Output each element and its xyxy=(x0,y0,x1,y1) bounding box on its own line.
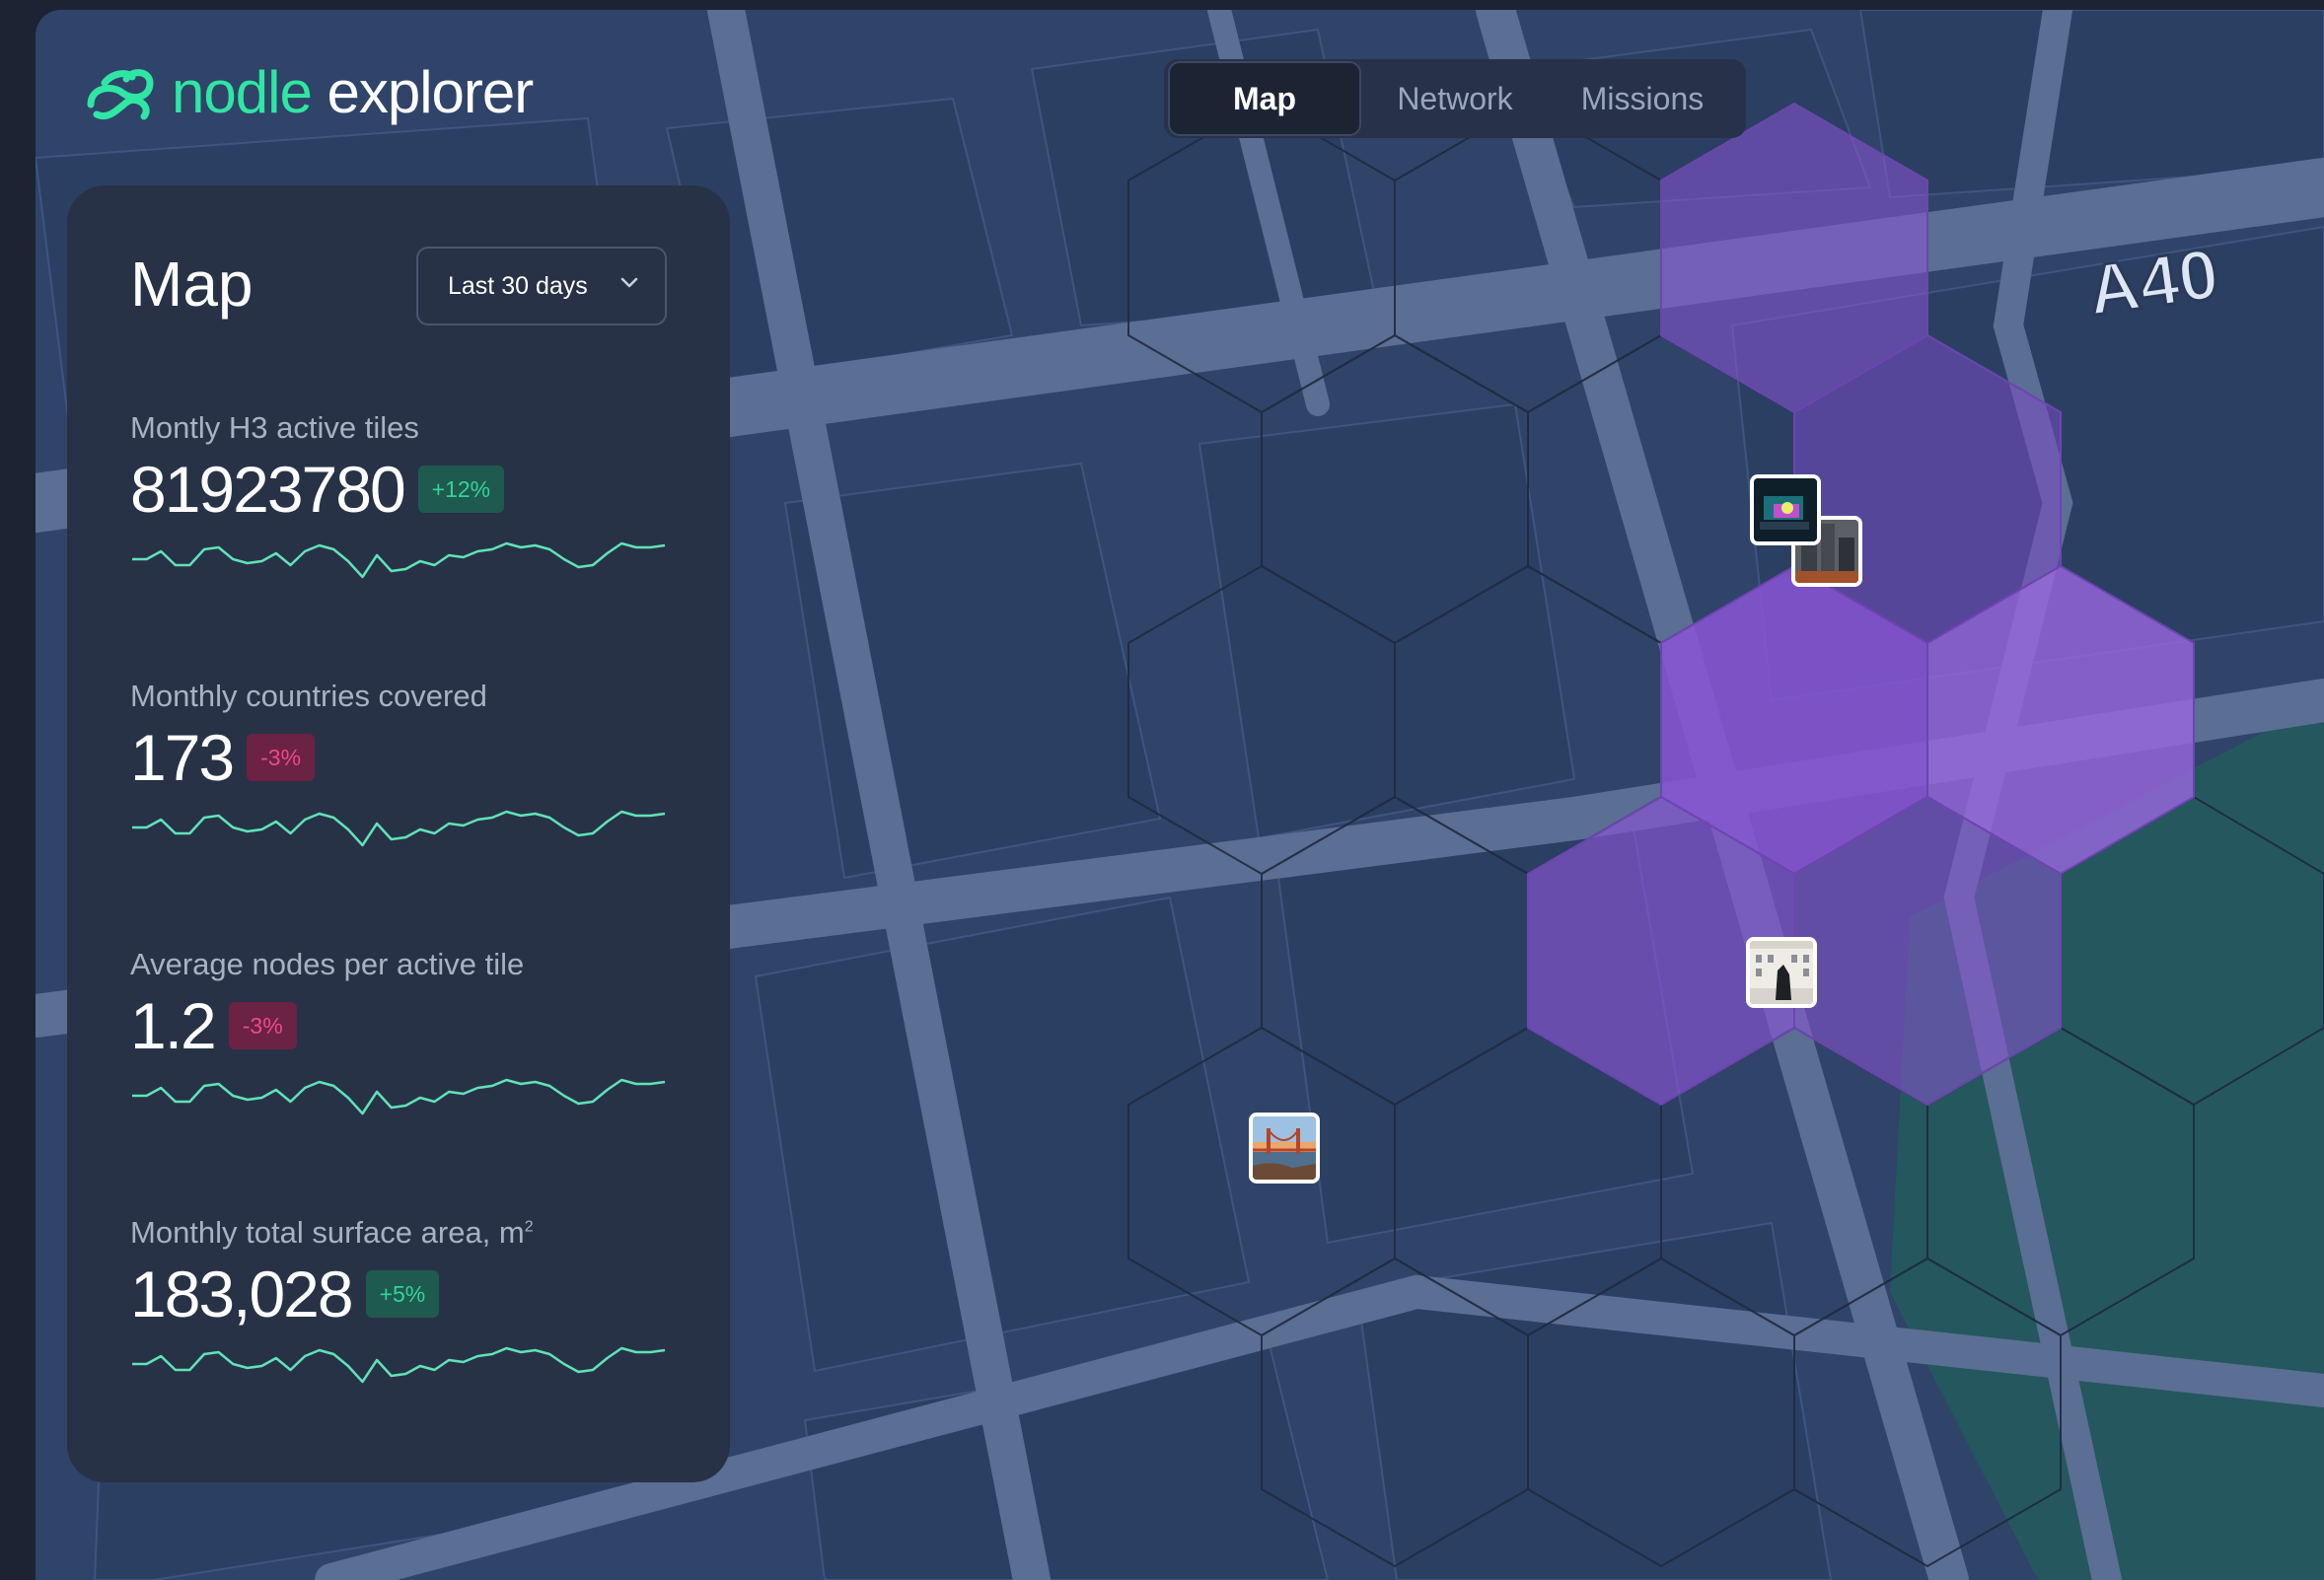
bridge-photo-icon xyxy=(1253,1116,1316,1180)
photo-marker-drone[interactable] xyxy=(1750,474,1821,545)
brand-nodle: nodle xyxy=(172,59,313,125)
change-badge: -3% xyxy=(228,1002,297,1049)
metric-surface-area: Monthly total surface area, m2 183,028 +… xyxy=(130,1217,683,1396)
date-range-label: Last 30 days xyxy=(448,271,588,300)
sparkline-path xyxy=(132,810,666,847)
drone-photo-icon xyxy=(1754,478,1817,541)
stats-panel: Map Last 30 days Montly H3 active tiles … xyxy=(67,185,730,1482)
metric-label-superscript: 2 xyxy=(524,1218,534,1236)
metric-value: 1.2 xyxy=(130,989,217,1062)
nodle-logo-icon xyxy=(87,69,154,120)
date-range-dropdown[interactable]: Last 30 days xyxy=(416,247,667,325)
brand-explorer: explorer xyxy=(327,59,534,125)
metric-label: Average nodes per active tile xyxy=(130,947,525,981)
sparkline-path xyxy=(132,541,666,579)
panel-title: Map xyxy=(130,249,254,320)
sparkline-chart xyxy=(132,810,666,847)
sparkline-chart xyxy=(132,1346,666,1384)
metric-active-tiles: Montly H3 active tiles 81923780 +12% xyxy=(130,412,683,591)
change-badge: -3% xyxy=(247,734,316,781)
metric-label: Montly H3 active tiles xyxy=(130,410,419,445)
sparkline-path xyxy=(132,1346,666,1384)
sparkline-chart xyxy=(132,541,666,579)
building-statue-photo-icon xyxy=(1750,941,1813,1004)
metric-label-text: Monthly total surface area, m xyxy=(130,1215,525,1250)
change-badge: +5% xyxy=(365,1270,440,1318)
main-nav-tabs: Map Network Missions xyxy=(1164,59,1746,138)
brand-name: nodle explorer xyxy=(172,63,534,122)
metric-value: 173 xyxy=(130,721,235,794)
tab-missions[interactable]: Missions xyxy=(1549,61,1736,136)
change-badge: +12% xyxy=(417,466,505,513)
app-logo[interactable]: nodle explorer xyxy=(83,63,534,122)
chevron-down-icon xyxy=(620,277,638,288)
sparkline-path xyxy=(132,1078,666,1115)
metric-avg-nodes: Average nodes per active tile 1.2 -3% xyxy=(130,949,683,1127)
metric-label: Monthly total surface area, m2 xyxy=(130,1217,683,1248)
metric-value: 81923780 xyxy=(130,453,406,526)
app-window: A40 nodle explorer Map Network Missions … xyxy=(36,10,2324,1580)
tab-map[interactable]: Map xyxy=(1168,61,1361,136)
photo-marker-bridge[interactable] xyxy=(1249,1113,1320,1184)
photo-marker-building-statue[interactable] xyxy=(1746,937,1817,1008)
tab-network[interactable]: Network xyxy=(1361,61,1549,136)
metric-countries-covered: Monthly countries covered 173 -3% xyxy=(130,681,683,859)
metric-label: Monthly countries covered xyxy=(130,679,487,713)
metric-value: 183,028 xyxy=(130,1257,354,1330)
sparkline-chart xyxy=(132,1078,666,1115)
